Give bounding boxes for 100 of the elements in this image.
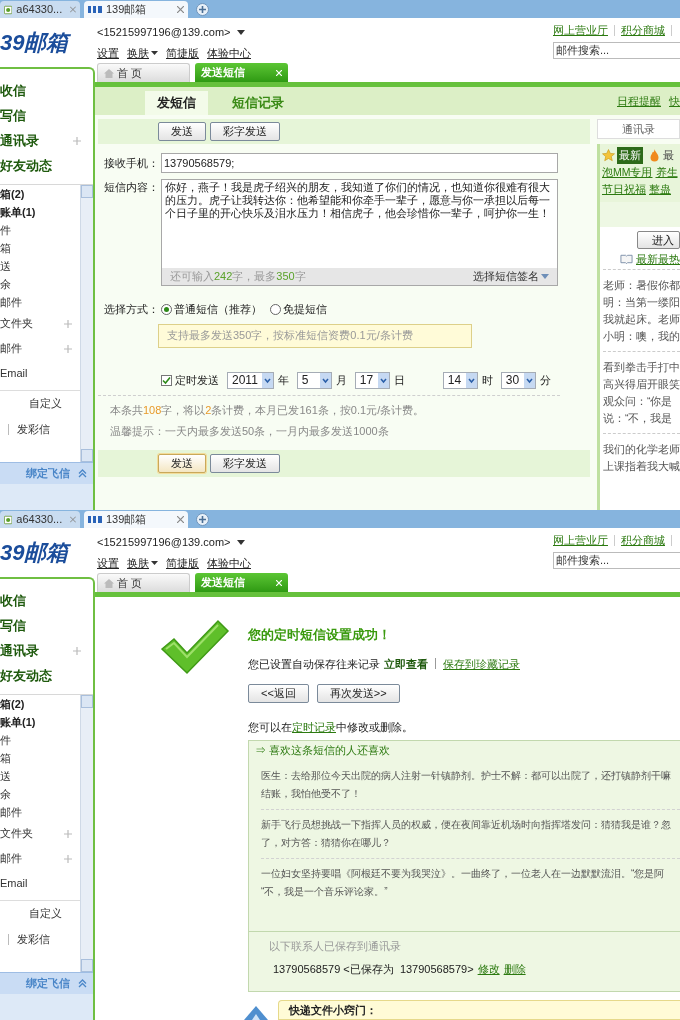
caret-icon[interactable] [236,539,245,545]
header-link[interactable]: 体验中心 [207,44,251,61]
dropdown[interactable]: 5 [296,371,332,389]
header-link[interactable]: 日程提醒 [617,92,661,110]
new-tab-icon[interactable] [196,512,209,526]
customize-link[interactable]: 自定义 [29,905,62,922]
browser-tab[interactable]: a64330... [0,511,80,528]
folder-item[interactable]: 邮件 [0,850,22,867]
nav-item[interactable]: 好友动态 [0,665,52,686]
hot-link[interactable]: 最新最热 [636,250,680,268]
folder-item[interactable]: 件 [0,731,11,749]
schedule-record-link[interactable]: 定时记录 [292,721,336,733]
message-field[interactable]: 你好，燕子！我是虎子绍兴的朋友，我知道了你们的情况，也知道你很难有很大的压力。虎子让我转达你：他希望能和你牵手一辈子，愿意与你一承担以后每一个日子里的开心快乐及泪水压力！相信虎子，他会珍惜你一辈子，呵护你一生！ [162,180,557,268]
send-mms-link[interactable]: 发彩信 [17,930,50,948]
top-link[interactable]: 网上营业厅 [553,532,608,549]
folder-item[interactable]: 箱(2) [0,185,25,203]
category-link[interactable]: 节日祝福 [602,181,646,198]
header-link[interactable]: 快 [669,92,680,110]
add-icon[interactable] [73,136,81,145]
folder-item[interactable]: 送 [0,767,11,785]
subtab[interactable]: 短信记录 [220,91,296,115]
close-icon[interactable] [177,516,184,523]
header-link[interactable]: 体验中心 [207,554,251,571]
button[interactable]: 发送 [158,122,206,141]
checkbox[interactable] [161,374,172,386]
caret-icon[interactable] [236,29,245,35]
add-icon[interactable] [73,646,81,655]
category-link[interactable]: 整蛊 [649,181,671,198]
recipient-field[interactable]: 13790568579; [161,153,558,173]
customize-link[interactable]: 自定义 [29,395,62,412]
folder-item[interactable]: 送 [0,257,11,275]
scrollbar[interactable] [80,695,93,972]
folder-item[interactable]: 余 [0,785,11,803]
browser-tab[interactable]: 139邮箱 [84,1,188,18]
save-favorite-link[interactable]: 保存到珍藏记录 [443,655,520,672]
nav-item[interactable]: 收信 [0,590,26,611]
caret-icon[interactable] [151,50,158,55]
close-icon[interactable] [177,6,184,13]
filter-tab[interactable]: 最新 [617,147,643,164]
button[interactable]: 彩字发送 [210,453,280,473]
header-link[interactable]: 设置 [97,44,119,61]
folder-item[interactable]: 邮件 [0,803,22,821]
nav-item[interactable]: 写信 [0,615,26,636]
radio-button[interactable] [161,303,172,315]
collapse-icon[interactable] [78,469,87,478]
dropdown[interactable]: 17 [354,371,390,389]
nav-item[interactable]: 通讯录 [0,130,39,151]
top-link[interactable]: 积分商城 [621,532,665,549]
close-icon[interactable] [70,516,76,523]
send-mms-link[interactable]: 发彩信 [17,420,50,438]
nav-item[interactable]: 收信 [0,80,26,101]
new-tab-icon[interactable] [196,2,209,16]
folder-item[interactable]: 箱 [0,239,11,257]
search-field[interactable]: 邮件搜索... [553,551,680,569]
dropdown[interactable]: 30 [500,371,536,389]
browser-tab[interactable]: a64330... [0,1,80,18]
add-icon[interactable] [64,854,72,863]
folder-item[interactable]: Email [0,365,28,382]
folder-item[interactable]: Email [0,875,28,892]
contacts-tab[interactable]: 通讯录 [597,119,680,139]
folder-item[interactable]: 账单(1) [0,203,36,221]
folder-item[interactable]: 余 [0,275,11,293]
folder-item[interactable]: 箱 [0,749,11,767]
app-tab[interactable]: 首 页 [97,573,190,592]
close-icon[interactable] [70,6,76,13]
dropdown[interactable]: 2011 [227,371,274,389]
header-link[interactable]: 换肤 [127,44,149,61]
header-link[interactable]: 简捷版 [166,44,199,61]
button[interactable]: 再次发送>> [316,684,400,703]
nav-item[interactable]: 通讯录 [0,640,39,661]
search-field[interactable]: 邮件搜索... [553,41,680,59]
signature-dropdown[interactable]: 选择短信签名 [473,268,549,285]
enter-button[interactable]: 进入 [637,231,680,249]
filter-tab[interactable]: 最 [661,147,676,164]
radio-button[interactable] [270,303,281,315]
folder-item[interactable]: 邮件 [0,340,22,357]
category-link[interactable]: 泡MM专用 [602,164,653,181]
folder-item[interactable]: 账单(1) [0,713,36,731]
caret-icon[interactable] [151,560,158,565]
folder-item[interactable]: 邮件 [0,293,22,311]
header-link[interactable]: 换肤 [127,554,149,571]
folder-item[interactable]: 箱(2) [0,695,25,713]
category-link[interactable]: 养生 [655,164,678,181]
button[interactable]: 彩字发送 [210,122,280,141]
delete-link[interactable]: 删除 [503,960,526,977]
header-link[interactable]: 设置 [97,554,119,571]
top-link[interactable]: 积分商城 [621,22,665,39]
nav-item[interactable]: 写信 [0,105,26,126]
view-link[interactable]: 立即查看 [384,655,428,672]
header-link[interactable]: 简捷版 [166,554,199,571]
browser-tab[interactable]: 139邮箱 [84,511,188,528]
dropdown[interactable]: 14 [442,371,478,389]
edit-link[interactable]: 修改 [477,960,500,977]
app-tab[interactable]: 首 页 [97,63,190,82]
add-icon[interactable] [64,829,72,838]
nav-item[interactable]: 好友动态 [0,155,52,176]
scrollbar[interactable] [80,185,93,462]
subtab[interactable]: 发短信 [145,91,208,115]
folder-item[interactable]: 文件夹 [0,825,33,842]
add-icon[interactable] [64,319,72,328]
